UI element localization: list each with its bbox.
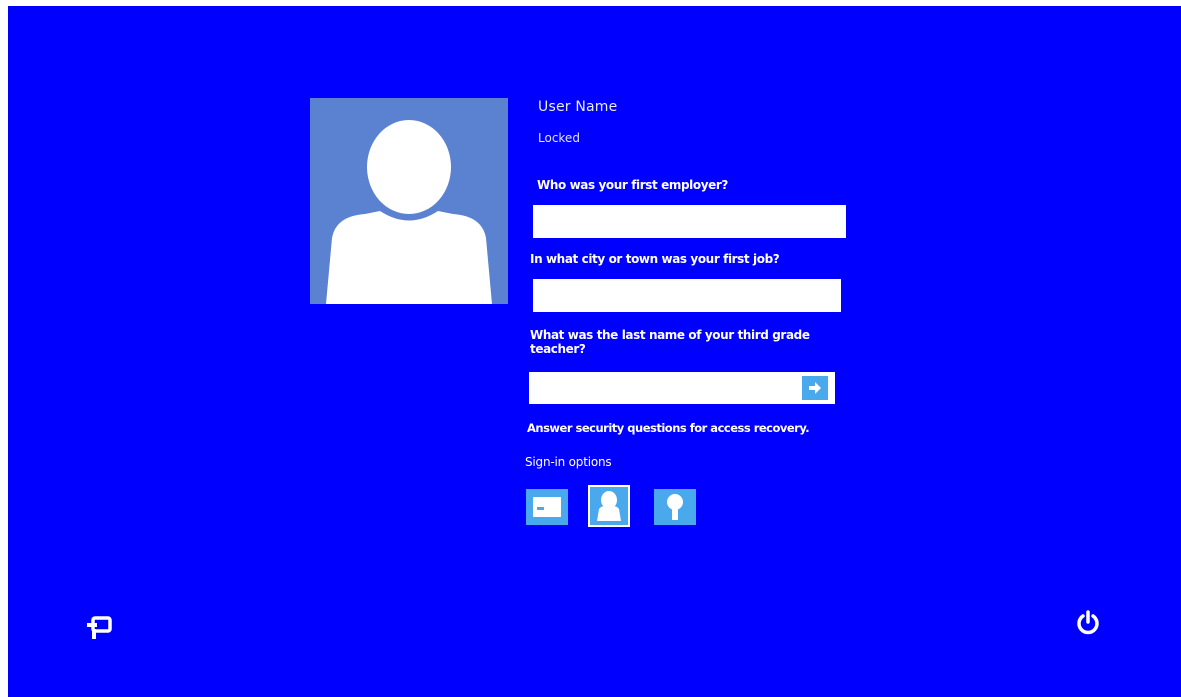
security-question-3: What was the last name of your third gra… [530, 328, 810, 356]
ease-of-access-button[interactable] [84, 615, 114, 641]
security-question-1: Who was your first employer? [537, 178, 728, 192]
security-question-2: In what city or town was your first job? [530, 252, 780, 266]
security-answer-2-input[interactable] [533, 279, 841, 312]
power-icon [1077, 610, 1099, 635]
user-name: User Name [538, 99, 618, 115]
pin-key-icon [667, 494, 683, 520]
user-avatar [310, 98, 508, 304]
recovery-hint: Answer security questions for access rec… [527, 421, 810, 435]
password-keyboard-icon [533, 497, 561, 517]
submit-button[interactable] [802, 376, 828, 400]
arrow-right-icon [809, 382, 821, 394]
pin-option-button[interactable] [654, 489, 696, 525]
user-silhouette-icon [326, 120, 492, 304]
ease-of-access-icon [87, 616, 112, 639]
power-button[interactable] [1074, 609, 1102, 637]
lock-screen: User Name Locked Who was your first empl… [8, 6, 1181, 697]
password-option-button[interactable] [526, 489, 568, 525]
security-answer-1-input[interactable] [533, 205, 846, 238]
picture-password-icon [597, 491, 621, 521]
security-answer-3-input[interactable] [529, 372, 835, 404]
picture-password-option-button[interactable] [588, 485, 630, 527]
account-status: Locked [538, 131, 580, 145]
sign-in-options-link[interactable]: Sign-in options [525, 455, 612, 469]
